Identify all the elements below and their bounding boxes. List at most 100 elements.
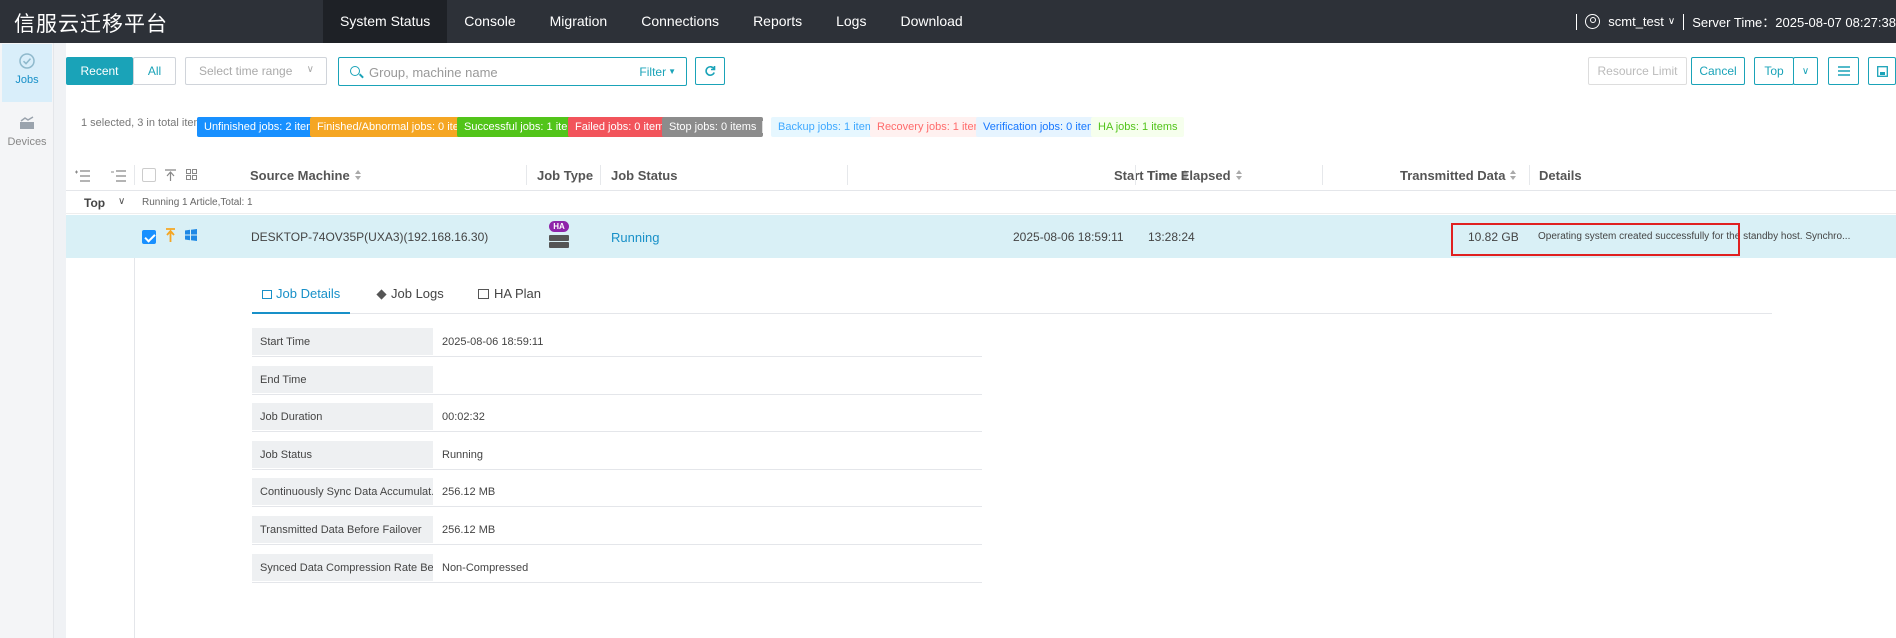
all-button[interactable]: All — [133, 57, 176, 85]
top-right-area: scmt_test ∨ Server Time：2025-08-07 08:27… — [1568, 0, 1896, 43]
tab-label: Job Details — [276, 286, 341, 301]
header-time-elapsed[interactable]: Time Elapsed — [1147, 168, 1243, 183]
refresh-button[interactable] — [695, 57, 725, 85]
top-navigation-bar: 信服云迁移平台 System Status Console Migration … — [0, 0, 1896, 43]
detail-row: Start Time 2025-08-06 18:59:11 — [252, 326, 982, 357]
ha-job-type-icon: HA — [546, 221, 572, 251]
tab-job-details[interactable]: Job Details — [252, 286, 351, 314]
header-transmitted-data[interactable]: Transmitted Data — [1400, 168, 1517, 183]
nav-console[interactable]: Console — [447, 0, 532, 43]
expanded-area-divider — [134, 258, 135, 638]
calendar-icon — [262, 290, 272, 299]
time-range-select[interactable]: Select time range ∨ — [185, 57, 327, 85]
column-divider — [134, 165, 135, 185]
sort-icon — [354, 170, 362, 181]
detail-key: Job Status — [252, 441, 433, 468]
jobs-icon — [19, 53, 35, 69]
nav-download[interactable]: Download — [883, 0, 979, 43]
sidebar-item-devices[interactable]: Devices — [2, 106, 52, 164]
detail-row: Synced Data Compression Rate Be... Non-Co… — [252, 552, 982, 583]
detail-row: Transmitted Data Before Failover 256.12 M… — [252, 514, 982, 545]
collapse-all-icon[interactable] — [75, 170, 90, 182]
server-icon — [549, 242, 569, 248]
sidebar-item-jobs[interactable]: Jobs — [2, 44, 52, 102]
export-button[interactable] — [1868, 57, 1896, 85]
table-icon — [478, 289, 489, 299]
ha-badge: HA — [549, 221, 569, 232]
tab-job-logs[interactable]: Job Logs — [369, 286, 452, 314]
detail-key: Continuously Sync Data Accumulat... — [252, 478, 433, 505]
detail-value: 256.12 MB — [442, 524, 496, 536]
verification-jobs-tag[interactable]: Verification jobs: 0 items — [976, 117, 1109, 137]
column-divider — [600, 165, 601, 185]
search-placeholder: Group, machine name — [369, 65, 498, 80]
stop-jobs-tag[interactable]: Stop jobs: 0 items — [662, 117, 764, 137]
detail-key: End Time — [252, 366, 433, 393]
chevron-down-icon: ∨ — [306, 64, 314, 75]
header-label: Time Elapsed — [1147, 168, 1231, 183]
cancel-button[interactable]: Cancel — [1691, 57, 1745, 85]
group-name: Top — [84, 196, 106, 210]
detail-value: 00:02:32 — [442, 411, 485, 423]
header-job-type: Job Type — [537, 168, 594, 183]
details-highlight — [1451, 223, 1740, 256]
expand-all-icon[interactable] — [111, 170, 126, 182]
nav-connections[interactable]: Connections — [624, 0, 736, 43]
save-icon — [1876, 65, 1888, 77]
nav-reports[interactable]: Reports — [736, 0, 819, 43]
detail-key: Start Time — [252, 328, 433, 355]
unfinished-jobs-tag[interactable]: Unfinished jobs: 2 items — [197, 117, 328, 137]
app-logo: 信服云迁移平台 — [14, 12, 168, 36]
detail-row: Continuously Sync Data Accumulat... 256.1… — [252, 476, 982, 507]
search-input[interactable]: Group, machine name Filter ▼ — [338, 57, 687, 86]
tab-ha-plan[interactable]: HA Plan — [470, 286, 549, 314]
detail-row: Job Duration 00:02:32 — [252, 401, 982, 432]
row-checkbox[interactable] — [142, 230, 156, 244]
ha-jobs-tag[interactable]: HA jobs: 1 items — [1091, 117, 1185, 137]
detail-tabs: Job Details Job Logs HA Plan — [252, 282, 1772, 314]
selection-summary: 1 selected, 3 in total items — [81, 117, 209, 129]
failed-jobs-tag[interactable]: Failed jobs: 0 items — [568, 117, 677, 137]
nav-logs[interactable]: Logs — [819, 0, 883, 43]
column-settings-button[interactable] — [1828, 57, 1859, 85]
job-status[interactable]: Running — [611, 230, 659, 245]
pinned-icon[interactable] — [166, 228, 175, 242]
server-time: Server Time：2025-08-07 08:27:38 — [1692, 15, 1896, 30]
windows-icon — [185, 229, 197, 241]
detail-value: 256.12 MB — [442, 486, 496, 498]
tab-label: Job Logs — [391, 286, 444, 301]
finished-abnormal-jobs-tag[interactable]: Finished/Abnormal jobs: 0 items — [310, 117, 481, 137]
header-source-machine[interactable]: Source Machine — [250, 168, 362, 183]
chevron-down-icon[interactable]: ∨ — [1668, 16, 1675, 27]
grid-view-icon[interactable] — [186, 169, 197, 180]
left-sidebar: Jobs Devices — [0, 43, 54, 638]
nav-system-status[interactable]: System Status — [323, 0, 448, 43]
detail-key: Synced Data Compression Rate Be... — [252, 554, 433, 581]
column-divider — [847, 165, 848, 185]
sidebar-item-label: Jobs — [15, 74, 39, 86]
sidebar-item-label: Devices — [7, 136, 47, 148]
top-dropdown-button[interactable]: ∨ — [1793, 57, 1818, 85]
chevron-down-icon: ∨ — [1801, 65, 1810, 77]
divider — [1683, 13, 1685, 30]
search-icon — [350, 66, 360, 76]
source-machine-name[interactable]: DESKTOP-74OV35P(UXA3)(192.168.16.30) — [251, 230, 488, 244]
group-row[interactable]: Top ∨ Running 1 Article,Total: 1 — [66, 192, 1896, 214]
chevron-down-icon[interactable]: ∨ — [118, 196, 125, 207]
detail-value: Running — [442, 449, 483, 461]
resource-limit-button[interactable]: Resource Limit — [1588, 57, 1687, 85]
header-details: Details — [1539, 168, 1582, 183]
top-button[interactable]: Top — [1754, 57, 1794, 85]
sort-icon — [1235, 170, 1243, 181]
recent-button[interactable]: Recent — [66, 57, 133, 85]
user-name[interactable]: scmt_test — [1608, 14, 1664, 29]
nav-migration[interactable]: Migration — [533, 0, 625, 43]
select-all-checkbox[interactable] — [142, 168, 156, 182]
detail-value: 2025-08-06 18:59:11 — [442, 336, 544, 348]
filter-dropdown[interactable]: Filter ▼ — [639, 65, 676, 79]
refresh-icon — [705, 65, 716, 76]
filter-label: Filter — [639, 65, 667, 79]
box-icon — [376, 289, 387, 300]
user-icon[interactable] — [1585, 14, 1601, 29]
pin-top-icon[interactable] — [165, 169, 176, 181]
